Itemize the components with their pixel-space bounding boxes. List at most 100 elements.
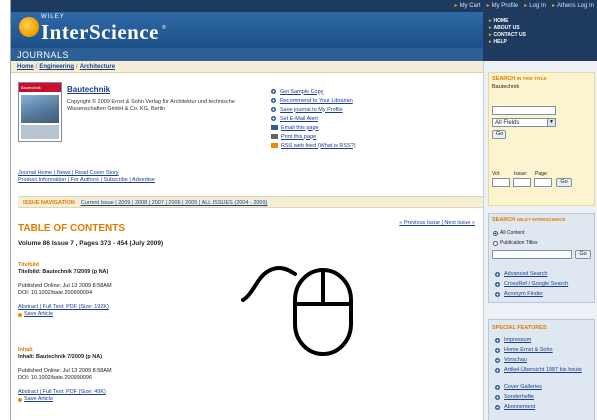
bullet-icon <box>495 337 500 343</box>
acronym-finder-link[interactable]: Acronym Finder <box>495 291 543 297</box>
bullet-icon <box>495 281 500 287</box>
bullet-icon <box>271 89 276 94</box>
article-links[interactable]: Abstract | Full Text: PDF (Size: 49K) <box>18 389 318 396</box>
issue-nav-links[interactable]: Current Issue | 2009 | 2008 | 2007 | 200… <box>81 200 268 206</box>
feature-sonderhefte[interactable]: Sonderhefte <box>495 394 534 400</box>
radio-all-content[interactable]: All Content <box>493 230 524 236</box>
search-wiley-box: SEARCH WILEY INTERSCIENCE All Content Pu… <box>488 213 595 303</box>
nav-contact[interactable]: ▸ CONTACT US <box>489 32 592 39</box>
bullet-icon <box>271 107 276 112</box>
radio-publication-titles[interactable]: Publication Titles <box>493 240 538 246</box>
cover-head: Bautechnik <box>19 83 61 92</box>
special-features-box: SPECIAL FEATURES Impressum Home Ernst & … <box>488 319 595 420</box>
feature-impressum[interactable]: Impressum <box>495 337 531 343</box>
search-journal-name: Bautechnik <box>492 84 520 90</box>
breadcrumb-architecture[interactable]: Architecture <box>80 64 115 70</box>
top-links: ▸ My Cart ▸ My Profile ▸ Log In ▸ Athens Log… <box>455 2 594 9</box>
bullet-icon <box>495 384 500 390</box>
nav-help[interactable]: ▸ HELP <box>489 39 592 46</box>
feature-vorschau[interactable]: Vorschau <box>495 357 527 363</box>
breadcrumb-engineering[interactable]: Engineering <box>39 64 74 70</box>
journal-cover-image[interactable]: Bautechnik <box>18 82 62 142</box>
bullet-icon <box>495 347 500 353</box>
computer-mouse-icon <box>241 266 353 356</box>
bullet-icon <box>271 116 276 121</box>
search-title-box: SEARCH IN THIS TITLE Bautechnik All Fiel… <box>488 72 595 206</box>
chevron-down-icon: ▼ <box>547 119 555 126</box>
action-email-alert[interactable]: Set E-Mail Alert <box>271 114 356 123</box>
advanced-search-link[interactable]: Advanced Search <box>495 271 547 277</box>
search-wiley-go-button[interactable]: Go <box>575 250 591 259</box>
action-rss[interactable]: RSS web feed (What is RSS?) <box>271 141 356 150</box>
action-save-journal[interactable]: Save journal to My Profile <box>271 105 356 114</box>
printer-icon <box>271 134 278 139</box>
envelope-icon <box>271 125 278 130</box>
journal-title[interactable]: Bautechnik <box>67 85 110 94</box>
bullet-icon <box>271 98 276 103</box>
citation-go-button[interactable]: Go <box>556 178 572 187</box>
search-title-input[interactable] <box>492 106 556 115</box>
cover-photo <box>21 95 59 123</box>
toc-title: TABLE OF CONTENTS <box>18 223 126 234</box>
radio-icon <box>493 240 498 246</box>
action-recommend[interactable]: Recommend to Your Librarian <box>271 96 356 105</box>
rss-icon <box>271 143 278 148</box>
journal-links-line1[interactable]: Journal Home | News | Read Cover Story <box>18 170 318 177</box>
bullet-icon <box>495 291 500 297</box>
save-icon <box>18 312 22 317</box>
action-print-page[interactable]: Print this page <box>271 132 356 141</box>
top-link-login[interactable]: ▸ Log In <box>524 2 546 9</box>
section-title: JOURNALS <box>17 50 70 60</box>
bullet-icon <box>495 367 500 373</box>
sidebar: SEARCH IN THIS TITLE Bautechnik All Fiel… <box>483 61 597 420</box>
vol-label: Vol: <box>492 171 501 177</box>
crossref-search-link[interactable]: CrossRef / Google Search <box>495 281 568 287</box>
search-wiley-heading: SEARCH WILEY INTERSCIENCE <box>492 217 566 223</box>
bullet-icon <box>495 357 500 363</box>
vol-input[interactable] <box>492 178 510 187</box>
journal-actions: Get Sample Copy Recommend to Your Librar… <box>271 87 356 150</box>
issue-input[interactable] <box>513 178 531 187</box>
bullet-icon <box>495 404 500 410</box>
top-link-cart[interactable]: ▸ My Cart <box>455 2 481 9</box>
issue-navigation: ISSUE NAVIGATION Current Issue | 2009 | 2… <box>18 196 483 208</box>
top-link-profile[interactable]: ▸ My Profile <box>487 2 519 9</box>
volume-info: Volume 86 Issue 7 , Pages 373 - 454 (Jul… <box>18 240 164 247</box>
action-sample-copy[interactable]: Get Sample Copy <box>271 87 356 96</box>
page-input[interactable] <box>534 178 552 187</box>
cover-photo-lower <box>21 125 59 139</box>
nav-about[interactable]: ▸ ABOUT US <box>489 25 592 32</box>
feature-cover-galleries[interactable]: Cover Galleries <box>495 384 542 390</box>
search-field-select[interactable]: All Fields ▼ <box>492 118 556 127</box>
special-features-heading: SPECIAL FEATURES <box>492 325 547 331</box>
top-bar: ▸ My Cart ▸ My Profile ▸ Log In ▸ Athens Log… <box>11 0 597 12</box>
browser-page: ▸ My Cart ▸ My Profile ▸ Log In ▸ Athens Log… <box>10 0 597 420</box>
feature-home-ernst[interactable]: Home Ernst & Sohn <box>495 347 553 353</box>
journal-links-line2[interactable]: Product Information | For Authors | Subs… <box>18 177 318 184</box>
journal-copyright: Copyright © 2009 Ernst & Sohn Verlag für… <box>67 99 235 112</box>
wiley-logo-icon[interactable] <box>19 17 39 37</box>
section-bar <box>11 48 483 61</box>
issue-nav-label: ISSUE NAVIGATION <box>23 200 75 206</box>
journal-links: Journal Home | News | Read Cover Story P… <box>18 170 318 184</box>
nav-home[interactable]: ▸ HOME <box>489 18 592 25</box>
search-title-go-button[interactable]: Go <box>492 130 506 139</box>
bullet-icon <box>495 394 500 400</box>
article-doi: DOI: 10.1002/bate.200990096 <box>18 375 93 381</box>
save-icon <box>18 397 22 402</box>
save-article-button[interactable]: Save Article <box>18 396 318 403</box>
prev-next-issue[interactable]: « Previous Issue | Next Issue » <box>399 220 475 226</box>
breadcrumb-home[interactable]: Home <box>17 64 34 70</box>
bullet-icon <box>495 271 500 277</box>
action-email-page[interactable]: Email this page <box>271 123 356 132</box>
feature-abonnement[interactable]: Abonnement <box>495 404 535 410</box>
search-wiley-input[interactable] <box>492 250 572 259</box>
article-published: Published Online: Jul 13 2009 8:58AM <box>18 368 112 374</box>
site-brand[interactable]: InterScience <box>41 20 159 45</box>
registered-mark: ® <box>162 25 166 31</box>
top-link-athens[interactable]: ▸ Athens Log In <box>552 2 594 9</box>
right-nav: ▸ HOME ▸ ABOUT US ▸ CONTACT US ▸ HELP <box>483 12 597 61</box>
feature-artikel-uebersicht[interactable]: Artikel-Übersicht 1987 bis heute <box>495 367 585 373</box>
radio-selected-icon <box>493 230 498 236</box>
search-title-heading: SEARCH IN THIS TITLE <box>492 76 547 82</box>
